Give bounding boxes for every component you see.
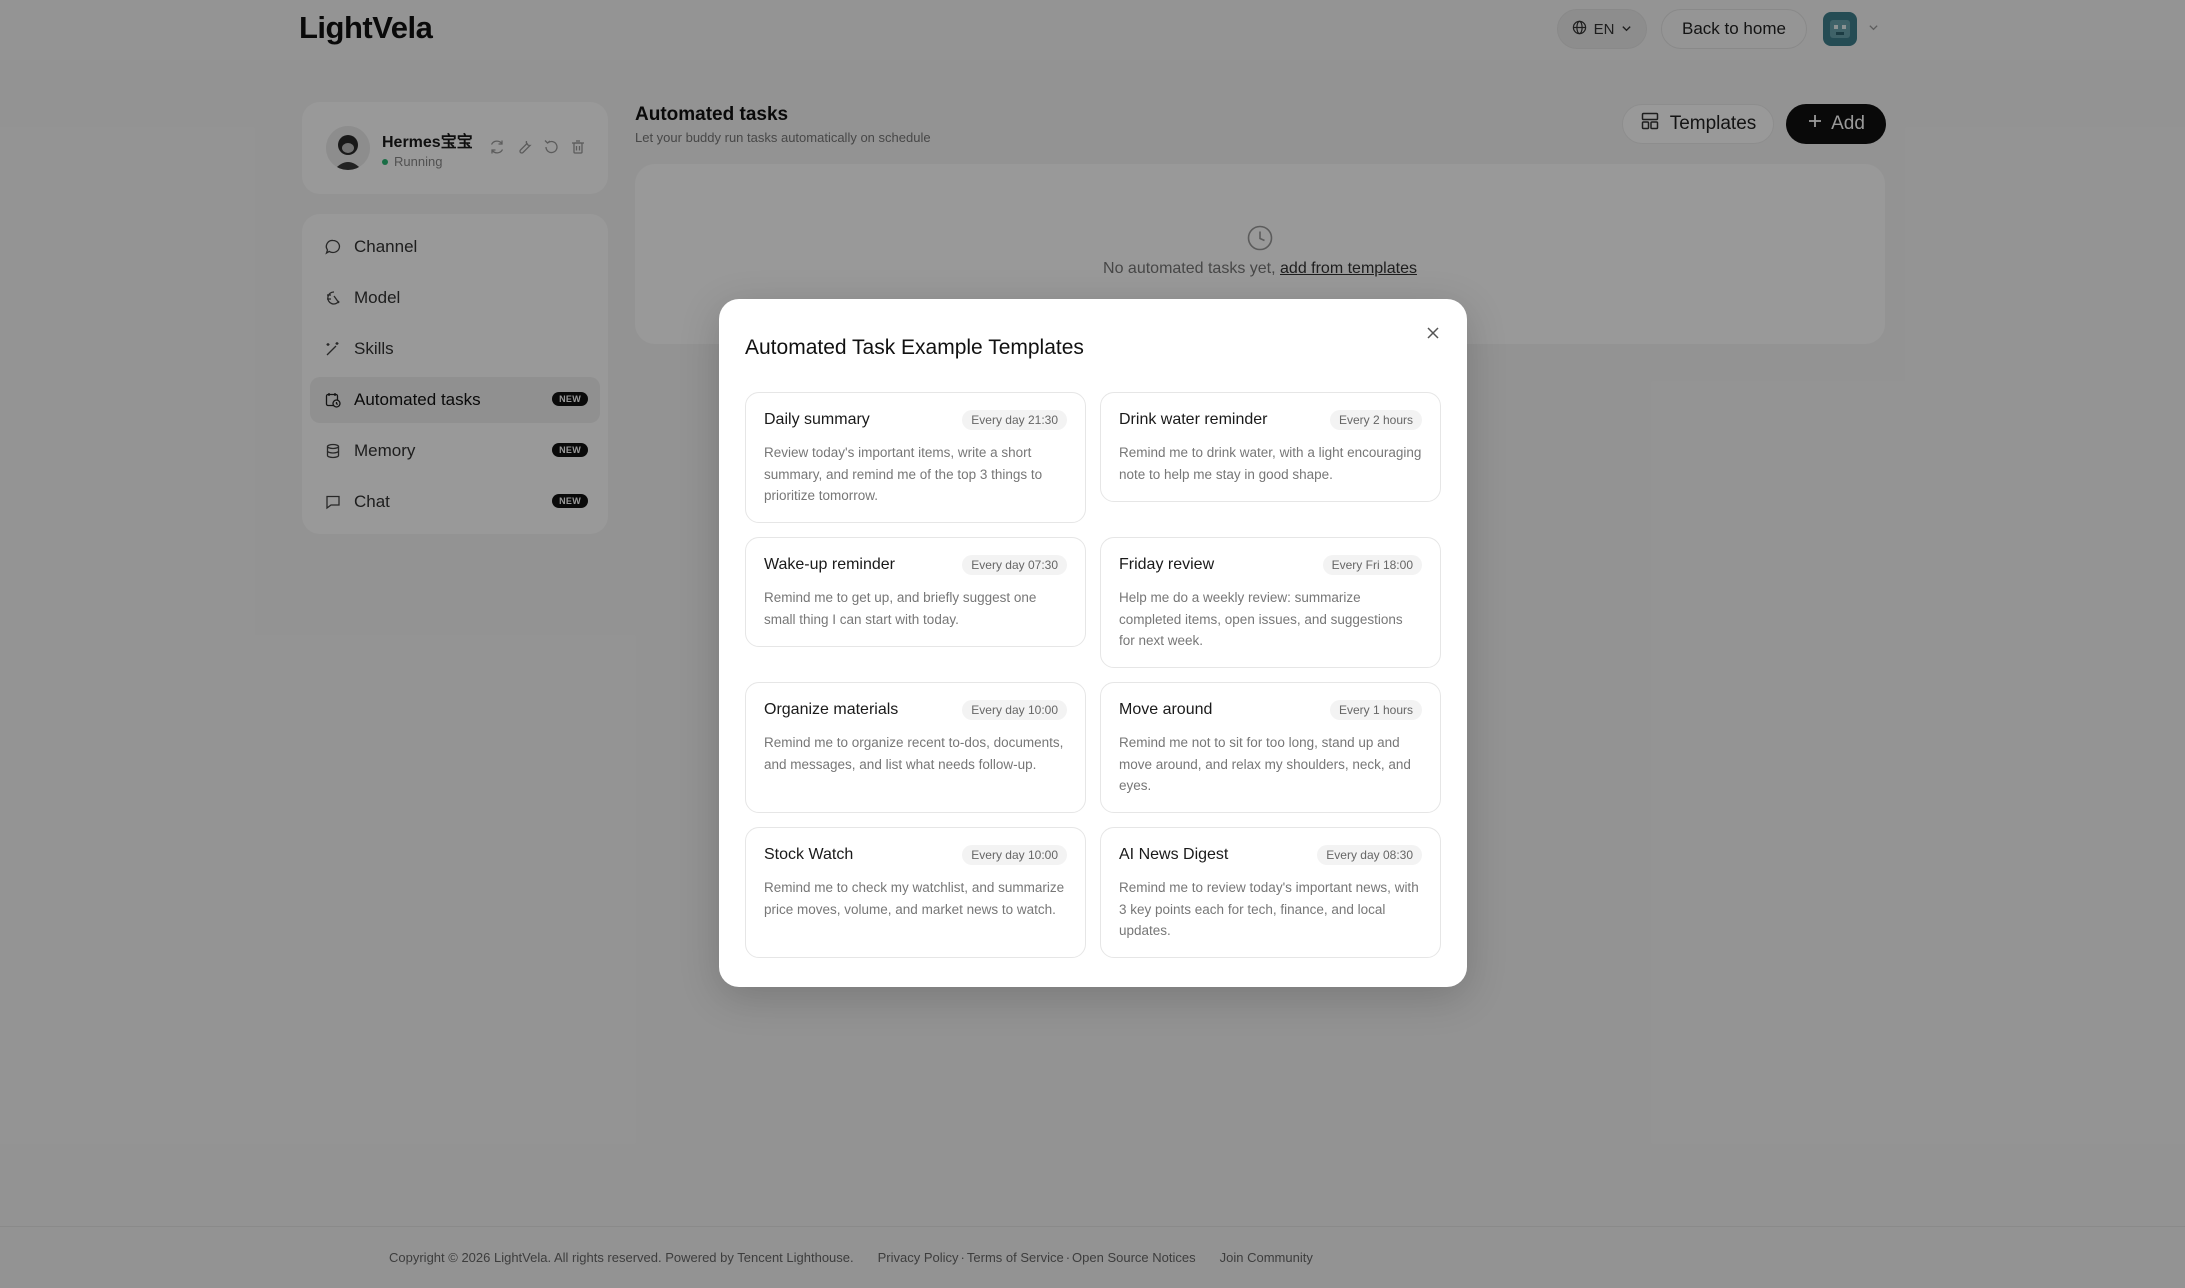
template-schedule-badge: Every 1 hours: [1329, 700, 1422, 720]
template-schedule-badge: Every Fri 18:00: [1322, 555, 1422, 575]
template-schedule-badge: Every day 10:00: [962, 845, 1067, 865]
template-schedule-badge: Every 2 hours: [1329, 410, 1422, 430]
template-schedule-badge: Every day 08:30: [1317, 845, 1422, 865]
template-card-wake-up[interactable]: Wake-up reminder Every day 07:30 Remind …: [745, 537, 1086, 647]
template-name: Organize materials: [764, 701, 899, 718]
template-grid: Daily summary Every day 21:30 Review tod…: [745, 392, 1441, 958]
template-name: Move around: [1119, 701, 1213, 718]
template-name: Friday review: [1119, 556, 1215, 573]
template-card-move-around[interactable]: Move around Every 1 hours Remind me not …: [1100, 682, 1441, 813]
template-card-ai-news-digest[interactable]: AI News Digest Every day 08:30 Remind me…: [1100, 827, 1441, 958]
template-description: Remind me to organize recent to-dos, doc…: [764, 735, 1064, 772]
template-card-drink-water[interactable]: Drink water reminder Every 2 hours Remin…: [1100, 392, 1441, 502]
template-card-organize-materials[interactable]: Organize materials Every day 10:00 Remin…: [745, 682, 1086, 813]
template-description: Remind me to get up, and briefly suggest…: [764, 590, 1037, 627]
template-schedule-badge: Every day 10:00: [962, 700, 1067, 720]
template-description: Remind me to check my watchlist, and sum…: [764, 880, 1065, 917]
template-description: Remind me to drink water, with a light e…: [1119, 445, 1422, 482]
templates-modal: Automated Task Example Templates Daily s…: [719, 299, 1467, 987]
close-icon[interactable]: [1422, 322, 1444, 344]
template-name: Stock Watch: [764, 846, 854, 863]
template-schedule-badge: Every day 07:30: [962, 555, 1067, 575]
template-name: AI News Digest: [1119, 846, 1229, 863]
template-description: Remind me not to sit for too long, stand…: [1119, 735, 1411, 793]
template-description: Help me do a weekly review: summarize co…: [1119, 590, 1403, 648]
template-name: Drink water reminder: [1119, 411, 1268, 428]
template-description: Remind me to review today's important ne…: [1119, 880, 1419, 938]
template-card-daily-summary[interactable]: Daily summary Every day 21:30 Review tod…: [745, 392, 1086, 523]
template-schedule-badge: Every day 21:30: [962, 410, 1067, 430]
modal-title: Automated Task Example Templates: [745, 336, 1084, 359]
template-name: Daily summary: [764, 411, 870, 428]
template-card-stock-watch[interactable]: Stock Watch Every day 10:00 Remind me to…: [745, 827, 1086, 958]
template-name: Wake-up reminder: [764, 556, 896, 573]
template-description: Review today's important items, write a …: [764, 445, 1043, 503]
template-card-friday-review[interactable]: Friday review Every Fri 18:00 Help me do…: [1100, 537, 1441, 668]
